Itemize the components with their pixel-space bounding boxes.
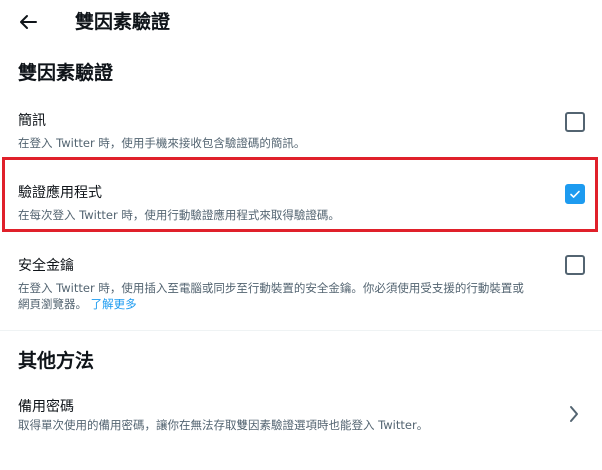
divider (0, 330, 602, 331)
option-sms-checkbox[interactable] (565, 112, 585, 132)
option-sms-desc: 在登入 Twitter 時，使用手機來接收包含驗證碼的簡訊。 (18, 136, 306, 150)
option-key-title: 安全金鑰 (18, 258, 74, 274)
learn-more-link[interactable]: 了解更多 (91, 297, 137, 311)
option-app-checkbox[interactable] (565, 184, 585, 204)
backup-codes-desc: 取得單次使用的備用密碼，讓你在無法存取雙因素驗證選項時也能登入 Twitter。 (18, 418, 429, 432)
top-bar: 雙因素驗證 (0, 0, 602, 44)
back-arrow-icon[interactable] (16, 10, 40, 34)
backup-codes-title: 備用密碼 (18, 399, 74, 415)
option-key-desc-text: 網頁瀏覽器。 (18, 297, 87, 311)
option-sms-title: 簡訊 (18, 113, 46, 129)
chevron-right-icon[interactable] (568, 405, 580, 423)
section-heading-2fa: 雙因素驗證 (18, 62, 114, 84)
option-key-desc-line2: 網頁瀏覽器。 了解更多 (18, 295, 137, 313)
option-app-desc: 在每次登入 Twitter 時，使用行動驗證應用程式來取得驗證碼。 (18, 208, 340, 222)
option-app-title: 驗證應用程式 (18, 185, 102, 201)
section-heading-other: 其他方法 (18, 350, 95, 372)
checkmark-icon (570, 190, 580, 198)
page-title: 雙因素驗證 (75, 11, 171, 33)
option-key-checkbox[interactable] (565, 255, 585, 275)
